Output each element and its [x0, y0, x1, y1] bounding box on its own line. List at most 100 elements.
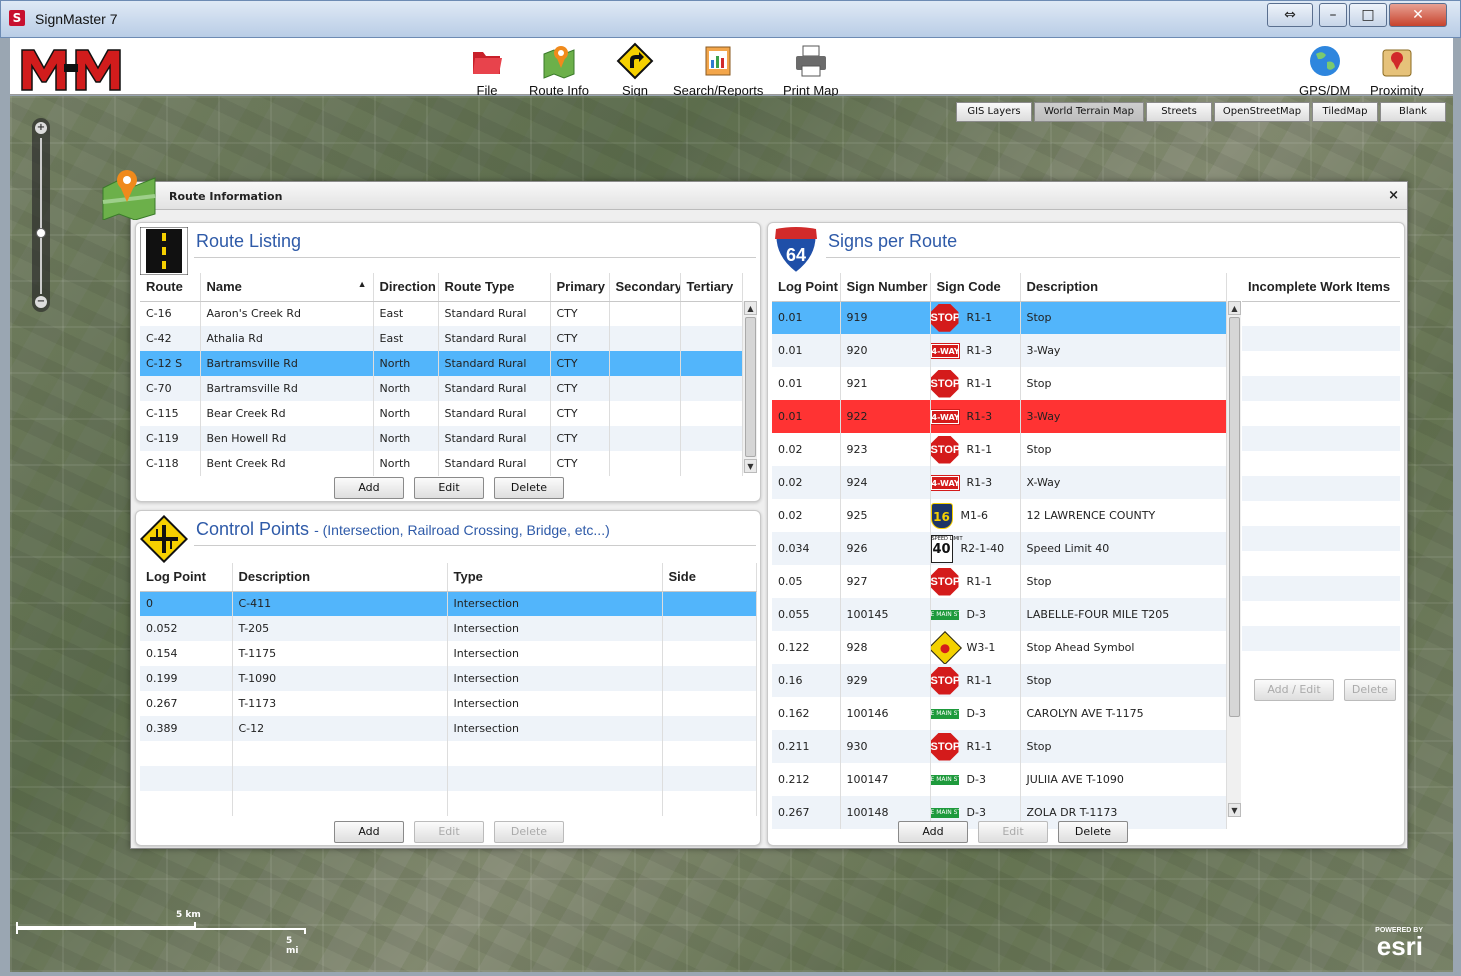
table-row[interactable]: 0.02 925 16 M1-6 12 LAWRENCE COUNTY	[772, 499, 1227, 532]
col-sign-description[interactable]: Description	[1020, 273, 1227, 302]
zoom-slider[interactable]: + −	[32, 118, 50, 312]
table-row[interactable]: C-42 Athalia Rd East Standard Rural CTY	[140, 326, 743, 351]
sign-button[interactable]: Sign	[616, 42, 654, 98]
zoom-in-button[interactable]: +	[35, 122, 47, 134]
minimize-button[interactable]: –	[1319, 3, 1347, 27]
cell-sign-code: 4-WAY R1-3	[930, 400, 1021, 433]
table-row[interactable]: 0.267 T-1173 Intersection	[140, 691, 757, 716]
table-row[interactable]: 0.01 920 4-WAY R1-3 3-Way	[772, 334, 1227, 367]
cell-route: C-12 S	[140, 351, 201, 376]
county-route-marker-icon: 16	[930, 502, 953, 529]
table-row[interactable]: C-119 Ben Howell Rd North Standard Rural CTY	[140, 426, 743, 451]
cell-log-point: 0.389	[140, 716, 233, 741]
work-delete-button[interactable]: Delete	[1344, 679, 1396, 701]
layer-blank[interactable]: Blank	[1380, 102, 1446, 122]
table-row[interactable]: 0.02 924 4-WAY R1-3 X-Way	[772, 466, 1227, 499]
col-sign-number[interactable]: Sign Number	[840, 273, 931, 302]
cell-sign-description: Stop	[1020, 367, 1227, 400]
col-incomplete-work-items[interactable]: Incomplete Work Items	[1242, 273, 1400, 302]
table-row[interactable]: 0.01 922 4-WAY R1-3 3-Way	[772, 400, 1227, 433]
route-edit-button[interactable]: Edit	[414, 477, 484, 499]
col-primary[interactable]: Primary	[550, 273, 610, 302]
cell-log-point	[140, 741, 233, 766]
col-log-point[interactable]: Log Point	[772, 273, 841, 302]
table-row[interactable]: 0.052 T-205 Intersection	[140, 616, 757, 641]
scroll-up-icon[interactable]: ▲	[744, 301, 757, 315]
layer-streets[interactable]: Streets	[1146, 102, 1212, 122]
sign-add-button[interactable]: Add	[898, 821, 968, 843]
col-type[interactable]: Type	[447, 563, 663, 592]
title-divider	[826, 257, 1400, 258]
col-log-point[interactable]: Log Point	[140, 563, 233, 592]
zoom-out-button[interactable]: −	[35, 296, 47, 308]
route-table-scrollbar[interactable]: ▲ ▼	[742, 301, 757, 473]
table-row[interactable]: C-70 Bartramsville Rd North Standard Rural C…	[140, 376, 743, 401]
gps-dm-button[interactable]: GPS/DM	[1299, 42, 1350, 98]
col-name[interactable]: Name ▲	[200, 273, 374, 302]
col-side[interactable]: Side	[662, 563, 757, 592]
table-row[interactable]: 0.154 T-1175 Intersection	[140, 641, 757, 666]
route-delete-button[interactable]: Delete	[494, 477, 564, 499]
layer-openstreetmap[interactable]: OpenStreetMap	[1214, 102, 1310, 122]
table-row[interactable]: 0.199 T-1090 Intersection	[140, 666, 757, 691]
table-row[interactable]: C-12 S Bartramsville Rd North Standard Rura…	[140, 351, 743, 376]
signs-table-scrollbar[interactable]: ▲ ▼	[1226, 301, 1241, 817]
table-row[interactable]: 0.212 100147 E MAIN ST D-3 JULIIA AVE T-1090	[772, 763, 1227, 796]
table-row[interactable]: 0.389 C-12 Intersection	[140, 716, 757, 741]
table-row[interactable]: 0.02 923 STOP R1-1 Stop	[772, 433, 1227, 466]
cell-route-type: Standard Rural	[438, 326, 551, 351]
sign-edit-button[interactable]: Edit	[978, 821, 1048, 843]
proximity-button[interactable]: Proximity	[1370, 42, 1423, 98]
col-route-type[interactable]: Route Type	[438, 273, 551, 302]
street-name-sign-icon: E MAIN ST	[930, 709, 962, 719]
scroll-thumb[interactable]	[1229, 317, 1240, 717]
route-add-button[interactable]: Add	[334, 477, 404, 499]
dialog-close-icon[interactable]: ×	[1388, 188, 1399, 203]
stop-ahead-sign-icon	[930, 631, 962, 664]
close-window-button[interactable]: ✕	[1389, 3, 1447, 27]
col-sign-code[interactable]: Sign Code	[930, 273, 1021, 302]
cell-log-point: 0.267	[140, 691, 233, 716]
scroll-down-icon[interactable]: ▼	[744, 459, 757, 473]
sign-code-text: R1-1	[966, 574, 993, 588]
table-row[interactable]: 0.01 921 STOP R1-1 Stop	[772, 367, 1227, 400]
search-reports-button[interactable]: Search/Reports	[673, 42, 763, 98]
sign-delete-button[interactable]: Delete	[1058, 821, 1128, 843]
restore-arrows-icon[interactable]: ⇔	[1267, 3, 1313, 27]
control-add-button[interactable]: Add	[334, 821, 404, 843]
table-row[interactable]: 0 C-411 Intersection	[140, 591, 757, 616]
route-info-button[interactable]: Route Info	[529, 42, 589, 98]
maximize-button[interactable]: □	[1349, 3, 1387, 27]
zoom-knob[interactable]	[36, 228, 46, 238]
col-description[interactable]: Description	[232, 563, 448, 592]
scroll-thumb[interactable]	[745, 317, 756, 457]
col-direction[interactable]: Direction	[373, 273, 439, 302]
table-row[interactable]: 0.162 100146 E MAIN ST D-3 CAROLYN AVE T-117…	[772, 697, 1227, 730]
col-secondary[interactable]: Secondary	[609, 273, 681, 302]
cell-name: Aaron's Creek Rd	[200, 301, 374, 326]
table-row[interactable]: 0.055 100145 E MAIN ST D-3 LABELLE-FOUR MILE…	[772, 598, 1227, 631]
scroll-up-icon[interactable]: ▲	[1228, 301, 1241, 315]
scroll-down-icon[interactable]: ▼	[1228, 803, 1241, 817]
print-map-button[interactable]: Print Map	[783, 42, 839, 98]
table-row[interactable]: 0.211 930 STOP R1-1 Stop	[772, 730, 1227, 763]
layer-gis-layers[interactable]: GIS Layers	[956, 102, 1032, 122]
table-row[interactable]: C-16 Aaron's Creek Rd East Standard Rural CT…	[140, 301, 743, 326]
layer-world-terrain-map[interactable]: World Terrain Map	[1034, 102, 1144, 122]
control-edit-button[interactable]: Edit	[414, 821, 484, 843]
sign-code-text: M1-6	[960, 508, 988, 522]
col-route[interactable]: Route	[140, 273, 201, 302]
control-delete-button[interactable]: Delete	[494, 821, 564, 843]
table-row[interactable]: 0.05 927 STOP R1-1 Stop	[772, 565, 1227, 598]
layer-tiledmap[interactable]: TiledMap	[1312, 102, 1378, 122]
file-button[interactable]: File	[468, 42, 506, 98]
table-row[interactable]: 0.122 928 W3-1 Stop Ahead Symbol	[772, 631, 1227, 664]
table-row[interactable]: 0.16 929 STOP R1-1 Stop	[772, 664, 1227, 697]
table-row[interactable]: C-118 Bent Creek Rd North Standard Rural CTY	[140, 451, 743, 476]
table-row[interactable]: C-115 Bear Creek Rd North Standard Rural CTY	[140, 401, 743, 426]
work-add-edit-button[interactable]: Add / Edit	[1254, 679, 1334, 701]
table-row[interactable]: 0.034 926 SPEED LIMIT 40 R2-1-40 Speed Limit …	[772, 532, 1227, 565]
col-tertiary[interactable]: Tertiary	[680, 273, 743, 302]
empty-row	[140, 791, 757, 816]
table-row[interactable]: 0.01 919 STOP R1-1 Stop	[772, 301, 1227, 334]
